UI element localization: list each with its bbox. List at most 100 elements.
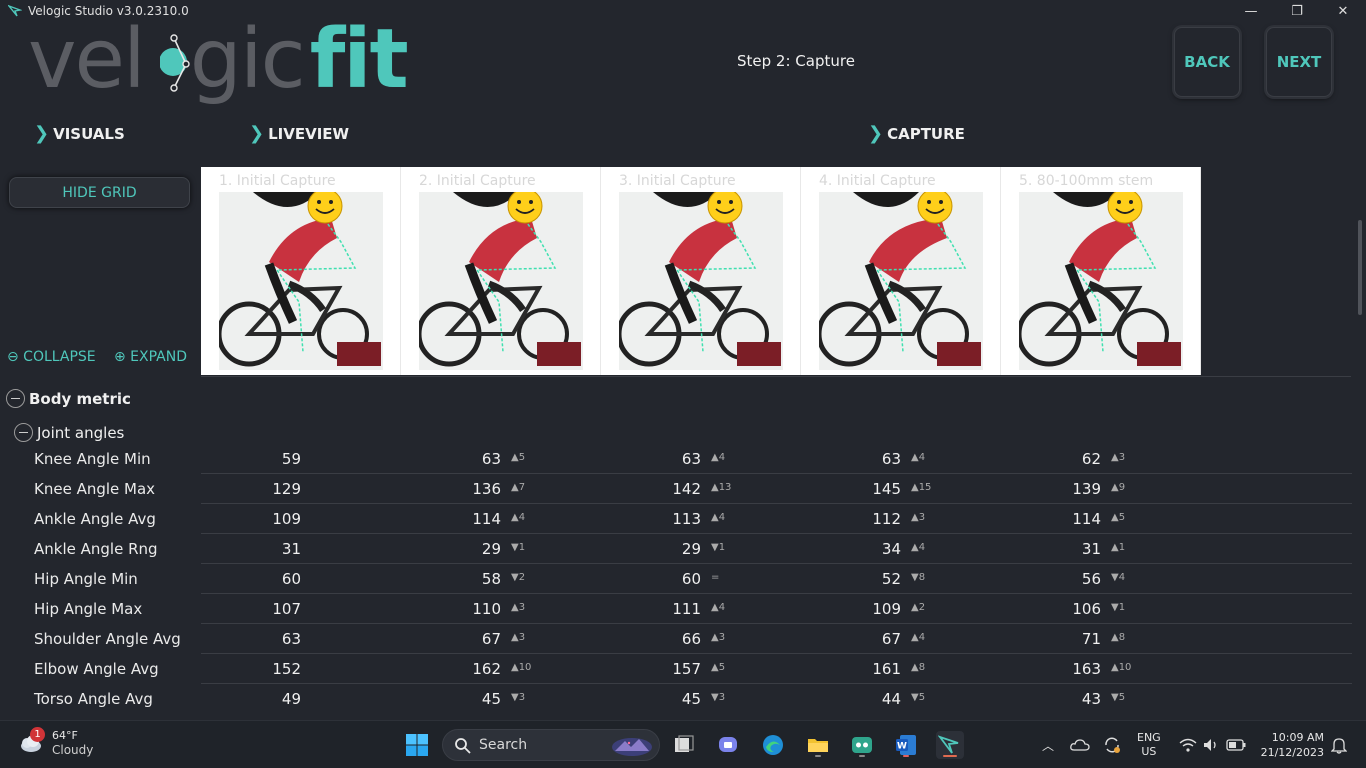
close-button[interactable]: ✕ [1320, 0, 1366, 22]
capture-card[interactable]: 4. Initial Capture [801, 167, 1001, 375]
metric-value: 161 [872, 660, 901, 678]
metric-value: 43 [1081, 690, 1101, 708]
metric-delta: ▲4 [511, 512, 526, 523]
logo-joint-icon [160, 34, 190, 92]
metric-value: 139 [1072, 480, 1101, 498]
battery-button[interactable] [1222, 731, 1250, 759]
app-button-robot[interactable] [848, 731, 876, 759]
metric-delta: ▲5 [1111, 512, 1126, 523]
metric-cell: 110 ▲3 [401, 600, 601, 620]
clock-date: 21/12/2023 [1260, 746, 1324, 759]
capture-card[interactable]: 1. Initial Capture [201, 167, 401, 375]
metric-delta: ▲3 [511, 602, 526, 613]
metric-cell: 106 ▼1 [1001, 600, 1201, 620]
metric-delta: ▼4 [1111, 572, 1126, 583]
metric-cell: 114 ▲4 [401, 510, 601, 530]
vertical-scrollbar[interactable] [1358, 220, 1362, 315]
metric-delta: ▼1 [511, 542, 526, 553]
metric-value: 45 [481, 690, 501, 708]
metric-value: 63 [281, 630, 301, 648]
metric-cell: 139 ▲9 [1001, 480, 1201, 500]
metric-delta: ▲3 [511, 632, 526, 643]
tree-body-metric[interactable]: Body metric [6, 389, 131, 408]
metric-value: 49 [281, 690, 301, 708]
metric-delta: ▲13 [711, 482, 732, 493]
metric-cell: 63 ▲4 [601, 450, 801, 470]
running-indicator [903, 755, 909, 757]
metric-cell: 66 ▲3 [601, 630, 801, 650]
metric-value: 56 [1081, 570, 1101, 588]
section-visuals[interactable]: ❯ VISUALS [34, 123, 125, 144]
velogic-app-icon [938, 735, 959, 754]
file-explorer-button[interactable] [804, 731, 832, 759]
capture-label: 4. Initial Capture [819, 173, 936, 189]
edge-button[interactable] [759, 731, 787, 759]
language-indicator[interactable]: ENG US [1137, 721, 1161, 768]
capture-card[interactable]: 5. 80-100mm stem [1001, 167, 1201, 375]
tray-overflow-button[interactable]: ︿ [1034, 731, 1062, 759]
metric-delta: ▲4 [711, 512, 726, 523]
metric-cell: 109 ▲2 [801, 600, 1001, 620]
metric-delta: ▲4 [711, 602, 726, 613]
minimize-button[interactable]: — [1228, 0, 1274, 22]
metric-value: 106 [1072, 600, 1101, 618]
running-indicator [815, 755, 821, 757]
collapse-minus-icon[interactable] [14, 423, 33, 442]
metric-name: Ankle Angle Rng [34, 540, 158, 558]
sync-status-button[interactable] [1098, 731, 1126, 759]
metric-cell: 152 [201, 660, 401, 680]
weather-widget[interactable]: 1 64°F Cloudy [16, 727, 93, 758]
taskbar: 1 64°F Cloudy Search W ︿ ENG US 10:09 AM… [0, 720, 1366, 768]
metric-name: Knee Angle Max [34, 480, 156, 498]
metric-delta: ▼2 [511, 572, 526, 583]
metric-value: 62 [1081, 450, 1101, 468]
capture-card[interactable]: 3. Initial Capture [601, 167, 801, 375]
metric-delta: ▼1 [711, 542, 726, 553]
metric-cell: 29 ▼1 [601, 540, 801, 560]
metric-delta: ▼1 [1111, 602, 1126, 613]
rider-photo [1019, 192, 1183, 370]
word-button[interactable]: W [892, 731, 920, 759]
clock[interactable]: 10:09 AM 21/12/2023 [1258, 721, 1324, 768]
metric-delta: ▲2 [911, 602, 926, 613]
velogic-taskbar-button[interactable] [936, 731, 964, 759]
back-button[interactable]: BACK [1174, 27, 1240, 97]
metric-cell: 52 ▼8 [801, 570, 1001, 590]
metric-delta: ▲5 [711, 662, 726, 673]
metric-value: 113 [672, 510, 701, 528]
start-button[interactable] [403, 731, 431, 759]
metric-cell: 71 ▲8 [1001, 630, 1201, 650]
hide-grid-button[interactable]: HIDE GRID [9, 177, 190, 208]
volume-button[interactable] [1197, 731, 1225, 759]
metric-cell: 129 [201, 480, 401, 500]
tree-joint-angles[interactable]: Joint angles [14, 423, 124, 442]
chat-icon [719, 737, 737, 752]
teams-chat-button[interactable] [715, 731, 743, 759]
notifications-button[interactable] [1325, 731, 1353, 759]
search-icon [455, 738, 471, 754]
capture-card[interactable]: 2. Initial Capture [401, 167, 601, 375]
task-view-button[interactable] [670, 731, 698, 759]
svg-text:W: W [897, 742, 907, 752]
section-visuals-label: VISUALS [53, 124, 125, 143]
metric-value: 58 [481, 570, 501, 588]
metric-cell: 109 [201, 510, 401, 530]
expand-button[interactable]: ⊕ EXPAND [114, 349, 187, 365]
word-icon: W [896, 735, 916, 755]
region-code: US [1141, 745, 1157, 758]
metric-cell: 145 ▲15 [801, 480, 1001, 500]
section-capture[interactable]: ❯ CAPTURE [868, 123, 965, 144]
onedrive-button[interactable] [1066, 731, 1094, 759]
maximize-button[interactable]: ❐ [1274, 0, 1320, 22]
metric-name: Elbow Angle Avg [34, 660, 159, 678]
taskbar-search[interactable]: Search [442, 729, 660, 761]
onedrive-cloud-icon [1070, 739, 1090, 751]
metric-value: 129 [272, 480, 301, 498]
section-liveview[interactable]: ❯ LIVEVIEW [249, 123, 349, 144]
metric-value: 63 [681, 450, 701, 468]
collapse-minus-icon[interactable] [6, 389, 25, 408]
metric-cell: 67 ▲3 [401, 630, 601, 650]
table-row: Ankle Angle Rng 31 29 ▼1 29 ▼1 34 ▲4 31 ▲1 [0, 534, 1352, 564]
next-button[interactable]: NEXT [1266, 27, 1332, 97]
collapse-button[interactable]: ⊖ COLLAPSE [7, 349, 96, 365]
